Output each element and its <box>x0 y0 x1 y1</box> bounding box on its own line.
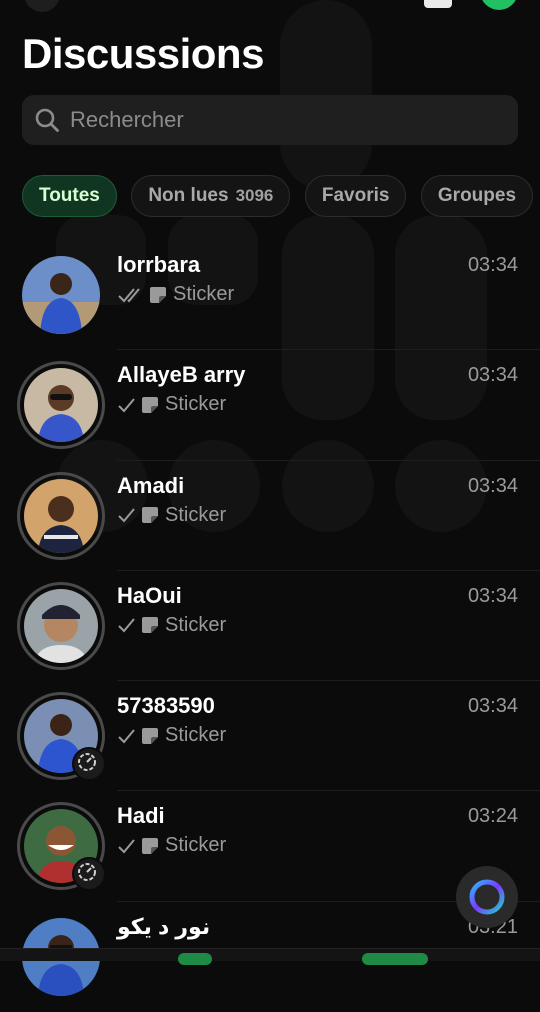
single-check-icon <box>118 729 135 744</box>
filter-chip-groupes[interactable]: Groupes <box>420 175 534 217</box>
avatar[interactable] <box>20 805 106 892</box>
preview-text: Sticker <box>165 724 227 747</box>
avatar[interactable] <box>20 364 102 446</box>
chat-time: 03:34 <box>467 364 518 387</box>
single-check-icon <box>118 508 135 523</box>
double-check-icon <box>118 287 140 302</box>
filter-chip-favoris[interactable]: Favoris <box>304 175 407 217</box>
filter-chips: Toutes Non lues 3096 Favoris Groupes <box>22 175 540 219</box>
sticker-icon <box>142 396 158 413</box>
chat-row[interactable]: lorrbara 03:34 Sticker <box>0 240 540 351</box>
chat-name: نور د يكو <box>117 913 211 939</box>
search-bar[interactable] <box>22 95 518 145</box>
chat-row[interactable]: HaOui 03:34 Sticker <box>0 571 540 682</box>
avatar[interactable] <box>20 254 102 336</box>
page-title: Discussions <box>22 30 264 77</box>
bottom-tab-bar <box>0 948 540 965</box>
chat-time: 03:34 <box>467 584 518 607</box>
more-options-button[interactable] <box>24 0 60 12</box>
single-check-icon <box>118 839 135 854</box>
chat-row[interactable]: Amadi 03:34 Sticker <box>0 461 540 571</box>
chat-name: HaOui <box>117 582 182 608</box>
chat-time: 03:34 <box>467 254 518 276</box>
status-badge <box>72 857 106 892</box>
sticker-icon <box>142 837 158 854</box>
camera-button[interactable] <box>424 0 452 8</box>
sticker-icon <box>142 507 158 524</box>
search-icon <box>35 108 59 132</box>
chat-time: 03:24 <box>467 805 518 828</box>
chat-row[interactable]: 57383590 03:34 Sticker <box>0 681 540 792</box>
avatar[interactable] <box>20 695 106 782</box>
preview-text: Sticker <box>165 393 227 416</box>
filter-chip-label: Toutes <box>39 185 100 206</box>
meta-ai-button[interactable] <box>456 866 518 928</box>
sticker-icon <box>150 286 166 303</box>
filter-chip-toutes[interactable]: Toutes <box>22 175 117 217</box>
preview-text: Sticker <box>173 283 235 305</box>
chat-preview: Sticker <box>117 614 226 637</box>
tab-badge[interactable] <box>178 953 212 965</box>
filter-chip-non-lues[interactable]: Non lues 3096 <box>131 175 291 217</box>
disappearing-timer-icon <box>78 863 96 882</box>
disappearing-timer-icon <box>78 753 96 772</box>
new-chat-button[interactable] <box>480 0 518 10</box>
filter-chip-label: Groupes <box>437 185 517 206</box>
unread-count: 3096 <box>235 186 274 205</box>
chat-name: Hadi <box>117 803 165 829</box>
preview-text: Sticker <box>165 834 227 857</box>
sticker-icon <box>142 617 158 634</box>
chat-preview: Sticker <box>117 393 226 416</box>
chat-name: 57383590 <box>117 693 215 719</box>
chat-name: lorrbara <box>117 252 201 277</box>
top-toolbar <box>0 0 540 14</box>
single-check-icon <box>118 618 135 633</box>
avatar[interactable] <box>20 475 102 557</box>
tab-badge[interactable] <box>362 953 428 965</box>
sticker-icon <box>142 727 158 744</box>
preview-text: Sticker <box>165 503 227 526</box>
chat-name: Amadi <box>117 472 185 498</box>
status-badge <box>72 747 106 782</box>
filter-chip-label: Non lues <box>148 185 229 206</box>
meta-ai-icon <box>469 879 505 915</box>
chat-preview: Sticker <box>117 834 226 857</box>
chat-preview: Sticker <box>117 724 226 747</box>
avatar[interactable] <box>20 585 102 667</box>
chat-preview: Sticker <box>117 504 226 527</box>
preview-text: Sticker <box>165 613 227 636</box>
chat-time: 03:34 <box>467 474 518 497</box>
chat-name: AllayeB arry <box>117 362 246 388</box>
chat-row[interactable]: AllayeB arry 03:34 Sticker <box>0 350 540 461</box>
single-check-icon <box>118 398 135 413</box>
search-input[interactable] <box>68 106 502 134</box>
filter-chip-label: Favoris <box>321 185 390 206</box>
chat-preview: Sticker <box>117 283 234 306</box>
chat-time: 03:34 <box>467 695 518 718</box>
